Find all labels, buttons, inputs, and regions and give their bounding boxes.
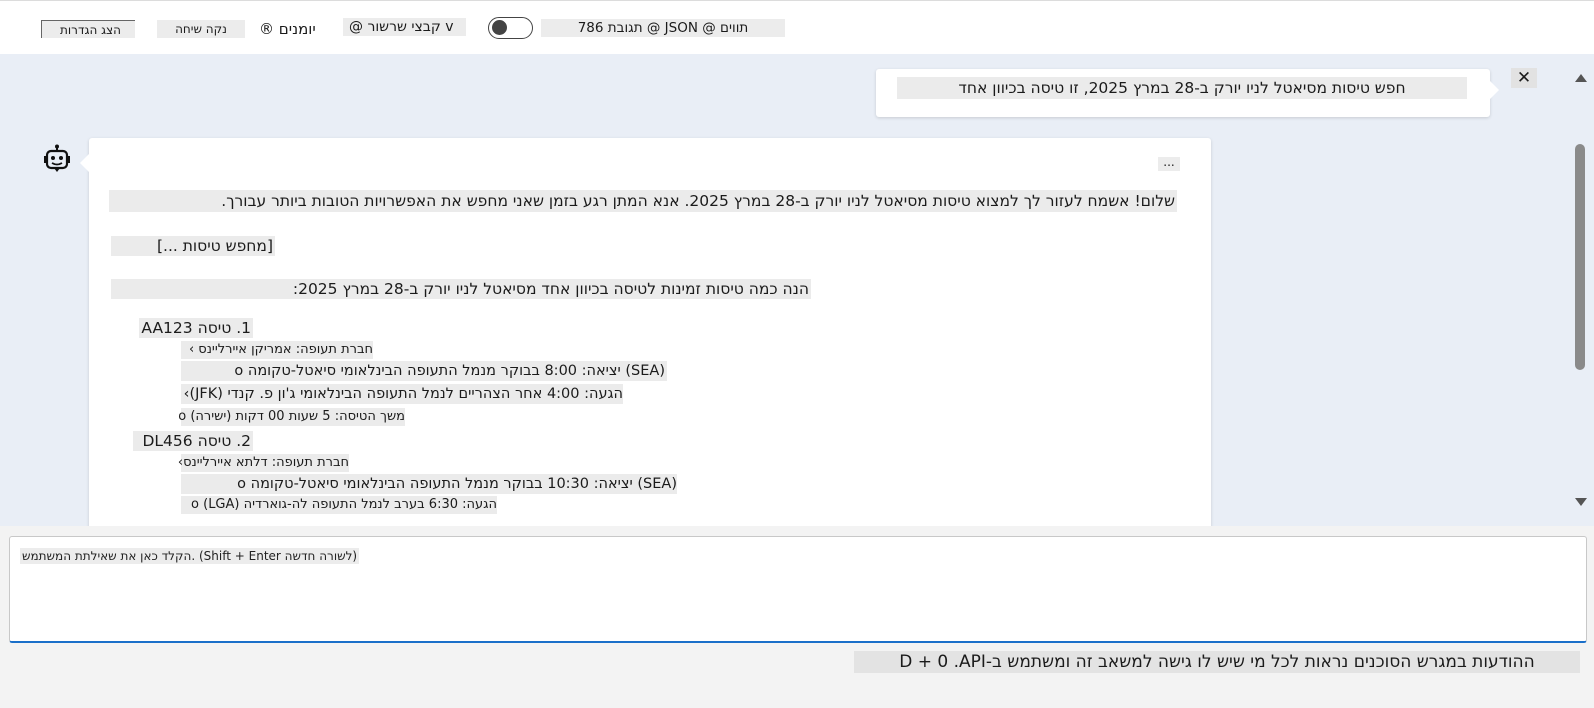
json-toggle-switch[interactable]: [488, 17, 533, 39]
more-options-button[interactable]: ...: [1158, 156, 1180, 171]
visibility-disclaimer: ההודעות במגרש הסוכנים נראות לכל מי שיש ל…: [854, 651, 1580, 673]
top-toolbar: הצג הגדרות נקה שיחה ® יומנים @ קבצי שרשו…: [0, 0, 1594, 54]
logs-button[interactable]: ® יומנים: [259, 19, 316, 39]
close-icon[interactable]: ✕: [1511, 68, 1537, 88]
user-message-bubble: חפש טיסות מסיאטל לניו יורק ב-28 במרץ 202…: [876, 69, 1499, 117]
flight-departure: (SEA) יציאה: 10:30 בבוקר מנמל התעופה הבי…: [181, 474, 677, 494]
flight-departure: (SEA) יציאה: 8:00 בבוקר מנמל התעופה הבינ…: [181, 361, 667, 381]
flight-arrival: הגעה: 6:30 בערב לנמל התעופה לה-גוארדיה (…: [181, 496, 497, 514]
thread-files-dropdown[interactable]: @ קבצי שרשור v: [343, 18, 466, 36]
assistant-message-bubble: ... שלום! אשמח לעזור לך למצוא טיסות מסיא…: [80, 138, 1211, 526]
scrollbar-thumb[interactable]: [1575, 144, 1585, 370]
robot-icon: [44, 144, 70, 172]
flight-duration: משך הטיסה: 5 שעות 00 דקות (ישירה) o: [178, 408, 405, 426]
flight-arrival: הגעה: 4:00 אחר הצהריים לנמל התעופה הבינל…: [181, 384, 623, 404]
flight-airline: חברת תעופה: אמריקן איירליינס ›: [181, 341, 373, 359]
flight-title: 1. טיסה AA123: [139, 318, 253, 338]
chevron-down-icon[interactable]: [1575, 498, 1587, 506]
toggle-knob: [492, 20, 507, 35]
searching-status: [מחפש טיסות ...]: [111, 236, 275, 256]
clear-chat-button[interactable]: נקה שיחה: [157, 20, 245, 38]
message-input[interactable]: הקלד כאן את שאילתת המשתמש. (Shift + Ente…: [9, 536, 1587, 643]
chevron-up-icon[interactable]: [1575, 74, 1587, 82]
chat-area[interactable]: חפש טיסות מסיאטל לניו יורק ב-28 במרץ 202…: [0, 54, 1594, 526]
flight-airline: חברת תעופה: דלתא איירליינס›: [177, 454, 349, 472]
show-settings-checkbox[interactable]: הצג הגדרות: [41, 20, 135, 38]
flight-title: 2. טיסה DL456: [133, 431, 253, 451]
flights-intro: הנה כמה טיסות זמינות לטיסה בכיוון אחד מס…: [111, 279, 811, 299]
chat-scrollbar[interactable]: [1572, 72, 1588, 516]
input-placeholder: הקלד כאן את שאילתת המשתמש. (Shift + Ente…: [20, 548, 360, 564]
token-count-label: תגובת 786 @ JSON @ תווים: [541, 19, 785, 37]
assistant-greeting: שלום! אשמח לעזור לך למצוא טיסות מסיאטל ל…: [109, 190, 1177, 212]
user-message-text: חפש טיסות מסיאטל לניו יורק ב-28 במרץ 202…: [897, 77, 1467, 99]
